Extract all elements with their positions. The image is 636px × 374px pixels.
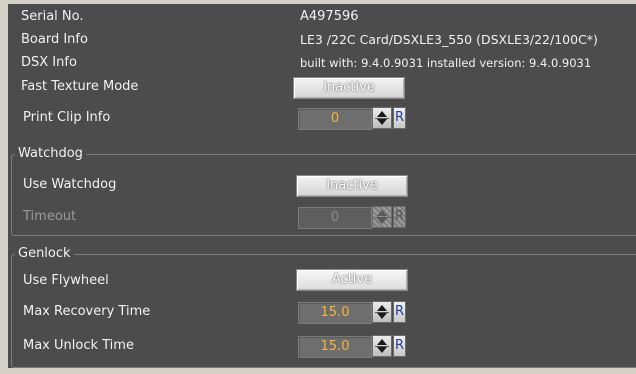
- max-unlock-spin-icon[interactable]: [372, 335, 392, 357]
- max-unlock-label: Max Unlock Time: [23, 338, 134, 353]
- print-clip-label: Print Clip Info: [23, 110, 111, 125]
- dsx-info-value: built with: 9.4.0.9031 installed version…: [300, 56, 592, 70]
- watchdog-group-title: Watchdog: [15, 146, 86, 161]
- dsx-info-label: DSX Info: [21, 55, 77, 70]
- timeout-value-field[interactable]: 0: [298, 207, 372, 229]
- genlock-group-title: Genlock: [15, 246, 74, 261]
- timeout-label: Timeout: [23, 209, 77, 224]
- print-clip-reset-button[interactable]: R: [393, 107, 406, 129]
- max-unlock-reset-button[interactable]: R: [393, 335, 406, 357]
- max-recovery-spin-icon[interactable]: [372, 301, 392, 323]
- fast-texture-label: Fast Texture Mode: [21, 79, 139, 94]
- max-unlock-value-field[interactable]: 15.0: [298, 336, 372, 358]
- max-recovery-reset-button[interactable]: R: [393, 301, 406, 323]
- max-recovery-label: Max Recovery Time: [23, 304, 151, 319]
- max-recovery-value-field[interactable]: 15.0: [298, 302, 372, 324]
- settings-panel: Serial No. A497596 Board Info LE3 /22C C…: [8, 4, 636, 368]
- use-flywheel-label: Use Flywheel: [23, 273, 109, 288]
- use-watchdog-toggle-button[interactable]: Inactive: [296, 175, 408, 197]
- timeout-reset-button[interactable]: R: [393, 206, 406, 228]
- use-watchdog-label: Use Watchdog: [23, 177, 117, 192]
- board-info-label: Board Info: [21, 32, 88, 47]
- board-info-value: LE3 /22C Card/DSXLE3_550 (DSXLE3/22/100C…: [300, 32, 598, 47]
- print-clip-value-field[interactable]: 0: [298, 108, 372, 130]
- serial-value: A497596: [300, 9, 359, 24]
- use-flywheel-toggle-button[interactable]: Active: [296, 269, 408, 291]
- timeout-spin-icon[interactable]: [372, 206, 392, 228]
- fast-texture-toggle-button[interactable]: Inactive: [293, 77, 405, 99]
- serial-label: Serial No.: [21, 9, 84, 24]
- print-clip-spin-icon[interactable]: [372, 107, 392, 129]
